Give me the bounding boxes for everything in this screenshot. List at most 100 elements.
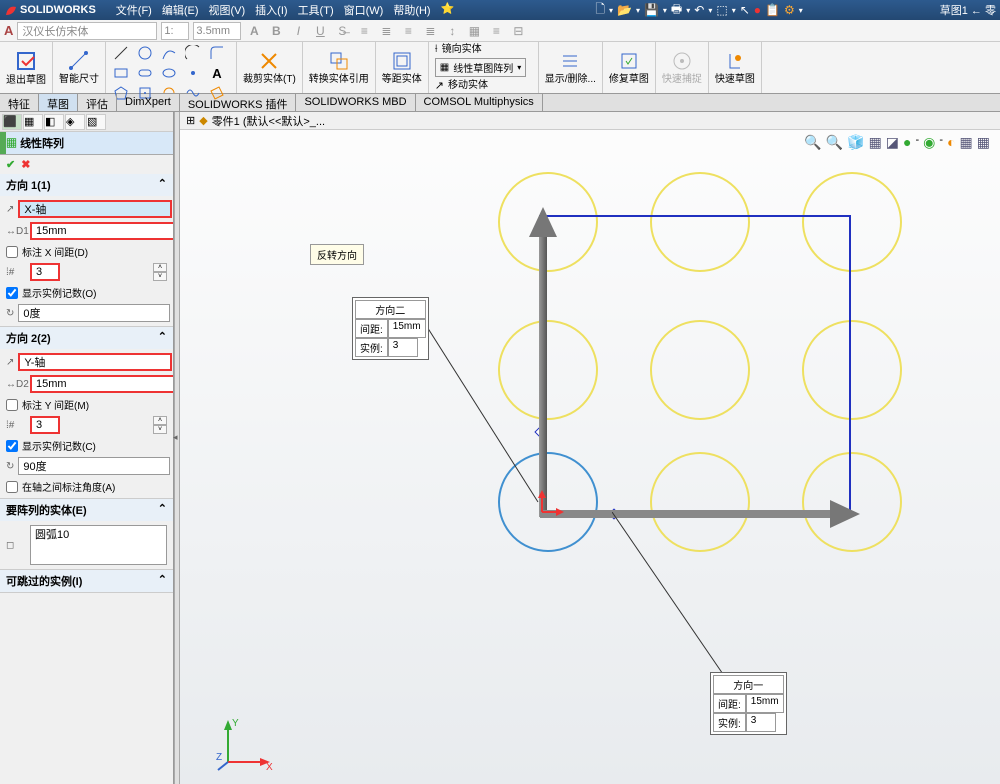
repair-button[interactable]: 修复草图 (603, 42, 656, 93)
rapid-button[interactable]: 快速草图 (709, 42, 762, 93)
count-d2-spinner[interactable]: ˄˅ (153, 416, 167, 434)
italic2-icon[interactable]: I (289, 22, 307, 40)
entities-list[interactable]: 圆弧10 (30, 525, 167, 565)
camera-icon[interactable]: ▦ (977, 134, 990, 151)
pattern-bounds[interactable] (539, 215, 851, 513)
rect-icon[interactable] (112, 64, 130, 82)
font-size-1[interactable] (161, 22, 189, 40)
callout-count[interactable]: 3 (388, 338, 418, 357)
color-icon[interactable]: ▦ (465, 22, 483, 40)
graphics-area[interactable]: ⊞ ◆ 零件1 (默认<<默认>_... 🔍 🔍 🧊 ▦ ◪ ●- ◉- ◐ ▦… (180, 112, 1000, 784)
pm-tab-3[interactable]: ◧ (44, 114, 64, 130)
snap-button[interactable]: 快速捕捉 (656, 42, 709, 93)
print-icon[interactable]: 🖶 (671, 0, 682, 21)
dir2-label-y-chk[interactable]: 标注 Y 间距(M) (6, 397, 167, 412)
linear-pattern-dropdown[interactable]: ▦线性草图阵列▾ (435, 58, 526, 77)
undo-icon[interactable]: ↶ (694, 3, 704, 17)
tab-mbd[interactable]: SOLIDWORKS MBD (296, 94, 415, 111)
hide-show-icon[interactable]: ◐ (947, 134, 955, 151)
dir2-count-input[interactable] (30, 416, 60, 434)
list-icon[interactable]: ≡ (487, 22, 505, 40)
dir2-callout[interactable]: 方向二 间距:15mm 实例:3 (352, 297, 429, 360)
dir1-label-x-chk[interactable]: 标注 X 间距(D) (6, 244, 167, 259)
tab-comsol[interactable]: COMSOL Multiphysics (416, 94, 543, 111)
reverse-dir2-icon[interactable]: ↗ (6, 357, 14, 368)
zoom-area-icon[interactable]: 🔍 (826, 134, 843, 151)
indent-icon[interactable]: ⊟ (509, 22, 527, 40)
line-icon[interactable] (112, 44, 130, 62)
menu-overflow-icon[interactable]: ⭐ (437, 0, 459, 20)
cancel-icon[interactable]: ✖ (21, 158, 30, 171)
select-icon[interactable]: ⬚ (716, 3, 727, 17)
offset-button[interactable]: 等距实体 (376, 42, 429, 93)
tab-sketch[interactable]: 草图 (39, 94, 78, 111)
align-center-icon[interactable]: ≣ (377, 22, 395, 40)
fillet-icon[interactable] (208, 44, 226, 62)
orientation-triad[interactable]: Y X Z (216, 714, 276, 774)
display-button[interactable]: 显示/删除... (539, 42, 603, 93)
font-select[interactable] (17, 22, 157, 40)
callout-count[interactable]: 3 (746, 713, 776, 732)
dir2-spacing-input[interactable] (30, 375, 174, 393)
appearance-icon[interactable]: ◉ (923, 134, 935, 151)
rebuild-icon[interactable]: ● (754, 3, 761, 17)
dir2-header[interactable]: 方向 2(2)⌃ (0, 327, 173, 349)
dir1-angle-input[interactable] (18, 304, 170, 322)
spline-icon[interactable] (160, 44, 178, 62)
text-icon[interactable]: A (208, 64, 226, 82)
menu-file[interactable]: 文件(F) (112, 0, 156, 20)
dir1-callout[interactable]: 方向一 间距:15mm 实例:3 (710, 672, 787, 735)
section-icon[interactable]: ◪ (886, 134, 899, 151)
tree-expand-icon[interactable]: ⊞ (186, 114, 195, 127)
tab-dimxpert[interactable]: DimXpert (117, 94, 180, 111)
dir2-mark-angle-chk[interactable]: 在轴之间标注角度(A) (6, 479, 167, 494)
point-icon[interactable] (184, 64, 202, 82)
dir1-showcount-chk[interactable]: 显示实例记数(O) (6, 285, 167, 300)
dir2-angle-input[interactable] (18, 457, 170, 475)
ellipse-icon[interactable] (160, 64, 178, 82)
trim-button[interactable]: 裁剪实体(T) (237, 42, 303, 93)
italic-icon[interactable]: B (267, 22, 285, 40)
arc-icon[interactable] (184, 44, 202, 62)
convert-button[interactable]: 转换实体引用 (303, 42, 376, 93)
spacing-icon[interactable]: ↕ (443, 22, 461, 40)
pm-tab-5[interactable]: ▧ (86, 114, 106, 130)
open-icon[interactable]: 📂 (617, 3, 632, 17)
smart-dimension-button[interactable]: 智能尺寸 (53, 42, 106, 93)
format-A-icon[interactable]: A (4, 23, 13, 38)
new-icon[interactable]: 🗋 (595, 0, 605, 21)
slot-icon[interactable] (136, 64, 154, 82)
menu-insert[interactable]: 插入(I) (251, 0, 291, 20)
underline-icon[interactable]: U (311, 22, 329, 40)
scene-icon[interactable]: ● (903, 134, 911, 151)
menu-tools[interactable]: 工具(T) (294, 0, 338, 20)
tab-features[interactable]: 特征 (0, 94, 39, 111)
dir1-spacing-input[interactable] (30, 222, 174, 240)
circle-icon[interactable] (136, 44, 154, 62)
font-size-2[interactable] (193, 22, 241, 40)
menu-help[interactable]: 帮助(H) (389, 0, 434, 20)
menu-view[interactable]: 视图(V) (205, 0, 250, 20)
justify-icon[interactable]: ≣ (421, 22, 439, 40)
cursor-icon[interactable]: ↖ (740, 3, 750, 17)
mirror-button[interactable]: 镜向实体 (442, 44, 482, 55)
dir1-header[interactable]: 方向 1(1)⌃ (0, 174, 173, 196)
strike-icon[interactable]: S̶ (333, 22, 351, 40)
menu-window[interactable]: 窗口(W) (340, 0, 388, 20)
view-orient-icon[interactable]: 🧊 (847, 134, 864, 151)
pm-tab-4[interactable]: ◈ (65, 114, 85, 130)
move-button[interactable]: 移动实体 (448, 80, 488, 91)
dir2-arrow[interactable] (529, 207, 559, 517)
bold-icon[interactable]: A (245, 22, 263, 40)
part-name[interactable]: 零件1 (默认<<默认>_... (212, 113, 325, 129)
zoom-fit-icon[interactable]: 🔍 (804, 134, 821, 151)
skip-header[interactable]: 可跳过的实例(I)⌃ (0, 570, 173, 592)
display-style-icon[interactable]: ▦ (869, 134, 882, 151)
dir1-arrow[interactable] (540, 500, 860, 528)
ok-icon[interactable]: ✔ (6, 158, 15, 171)
edit-scene-icon[interactable]: ▦ (960, 134, 973, 151)
callout-spacing[interactable]: 15mm (746, 694, 784, 713)
align-right-icon[interactable]: ≡ (399, 22, 417, 40)
dir2-showcount-chk[interactable]: 显示实例记数(C) (6, 438, 167, 453)
tab-evaluate[interactable]: 评估 (78, 94, 117, 111)
